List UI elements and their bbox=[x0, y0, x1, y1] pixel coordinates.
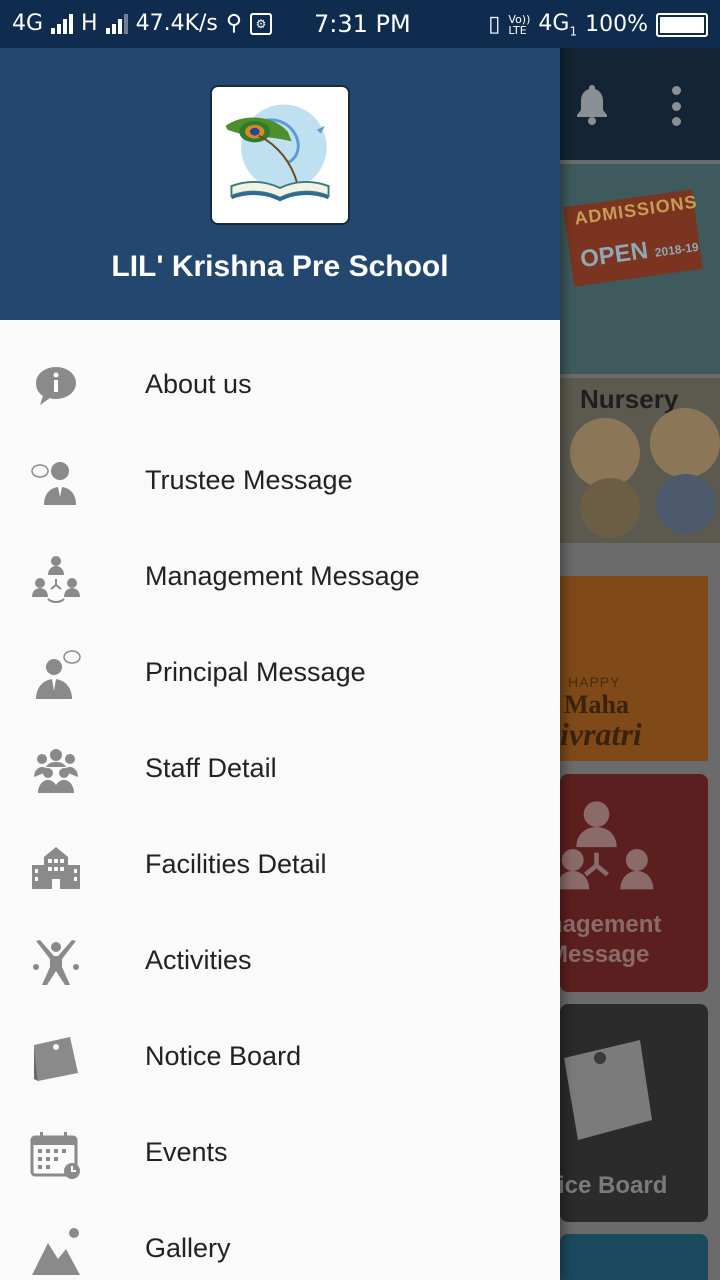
kid-illustration bbox=[650, 408, 720, 478]
notice-board-icon bbox=[564, 1040, 652, 1140]
kid-illustration bbox=[656, 474, 716, 534]
menu-item-gallery[interactable]: Gallery bbox=[0, 1201, 560, 1280]
menu-item-label: Trustee Message bbox=[145, 465, 353, 495]
menu-item-staff-detail[interactable]: Staff Detail bbox=[0, 721, 560, 817]
notice-board-tile[interactable]: tice Board bbox=[560, 1004, 708, 1222]
admissions-banner[interactable]: ADMISSIONS OPEN 2018-19 bbox=[560, 164, 720, 374]
overflow-menu-icon[interactable] bbox=[670, 86, 682, 126]
kid-illustration bbox=[580, 478, 640, 538]
info-chat-icon bbox=[30, 361, 82, 413]
menu-item-notice-board[interactable]: Notice Board bbox=[0, 1009, 560, 1105]
notice-tile-label: tice Board bbox=[560, 1172, 668, 1199]
vibrate-icon: ▯ bbox=[488, 12, 501, 38]
drawer-menu: About us Trustee Message Management Mess… bbox=[0, 337, 560, 1280]
usb-icon: ⚲ bbox=[225, 11, 243, 36]
principal-icon bbox=[30, 649, 82, 701]
menu-item-about-us[interactable]: About us bbox=[0, 337, 560, 433]
status-left: 4G H 47.4K/s ⚲ ⚙ bbox=[12, 11, 273, 36]
happy-text: HAPPY bbox=[568, 674, 621, 690]
management-tile-label: nagementMessage bbox=[560, 911, 662, 968]
management-icon bbox=[30, 553, 82, 605]
clock: 7:31 PM bbox=[314, 10, 411, 38]
shivratri-text: ivratri bbox=[560, 716, 642, 752]
school-logo bbox=[210, 85, 350, 225]
menu-item-principal-message[interactable]: Principal Message bbox=[0, 625, 560, 721]
peacock-feather-book-logo bbox=[225, 104, 330, 202]
menu-item-trustee-message[interactable]: Trustee Message bbox=[0, 433, 560, 529]
building-icon bbox=[30, 841, 82, 893]
menu-item-facilities-detail[interactable]: Facilities Detail bbox=[0, 817, 560, 913]
signal-icon-2 bbox=[105, 13, 128, 34]
trustee-icon bbox=[30, 457, 82, 509]
menu-item-label: Facilities Detail bbox=[145, 849, 327, 879]
network-type-2: H bbox=[81, 11, 98, 36]
staff-group-icon bbox=[30, 745, 82, 797]
menu-item-label: Management Message bbox=[145, 561, 420, 591]
network-type-3: 4G1 bbox=[538, 11, 578, 39]
menu-item-events[interactable]: Events bbox=[0, 1105, 560, 1201]
nursery-banner[interactable]: Nursery bbox=[560, 378, 720, 543]
menu-item-label: About us bbox=[145, 369, 252, 399]
management-icon bbox=[560, 801, 654, 890]
navigation-drawer: LIL' Krishna Pre School About us Trustee… bbox=[0, 0, 560, 1280]
next-tile[interactable] bbox=[560, 1234, 708, 1280]
gallery-icon bbox=[30, 1225, 82, 1277]
nursery-title: Nursery bbox=[580, 384, 679, 414]
management-message-tile[interactable]: nagementMessage bbox=[560, 774, 708, 992]
menu-item-label: Events bbox=[145, 1137, 228, 1167]
notice-board-icon bbox=[30, 1033, 82, 1085]
drawer-header: LIL' Krishna Pre School bbox=[0, 0, 560, 320]
status-right: ▯ Vo)) LTE 4G1 100% bbox=[488, 11, 708, 38]
network-type-1: 4G bbox=[12, 11, 44, 36]
menu-item-management-message[interactable]: Management Message bbox=[0, 529, 560, 625]
mahashivratri-banner[interactable]: HAPPY Maha ivratri bbox=[560, 576, 708, 761]
menu-item-label: Notice Board bbox=[145, 1041, 302, 1071]
menu-item-activities[interactable]: Activities bbox=[0, 913, 560, 1009]
activities-icon bbox=[30, 937, 82, 989]
school-name: LIL' Krishna Pre School bbox=[111, 250, 449, 283]
status-bar: 4G H 47.4K/s ⚲ ⚙ 7:31 PM ▯ Vo)) LTE 4G1 … bbox=[0, 0, 720, 48]
network-speed: 47.4K/s bbox=[135, 11, 218, 36]
menu-item-label: Activities bbox=[145, 945, 252, 975]
signal-icon bbox=[51, 13, 74, 34]
menu-item-label: Staff Detail bbox=[145, 753, 277, 783]
usb-debug-icon: ⚙ bbox=[250, 12, 273, 35]
battery-icon bbox=[656, 12, 708, 37]
menu-item-label: Principal Message bbox=[145, 657, 366, 687]
menu-item-label: Gallery bbox=[145, 1233, 231, 1263]
calendar-icon bbox=[30, 1129, 82, 1181]
volte-badge: Vo)) LTE bbox=[508, 12, 531, 37]
battery-percent: 100% bbox=[585, 12, 648, 38]
notification-bell-icon[interactable] bbox=[574, 83, 610, 125]
